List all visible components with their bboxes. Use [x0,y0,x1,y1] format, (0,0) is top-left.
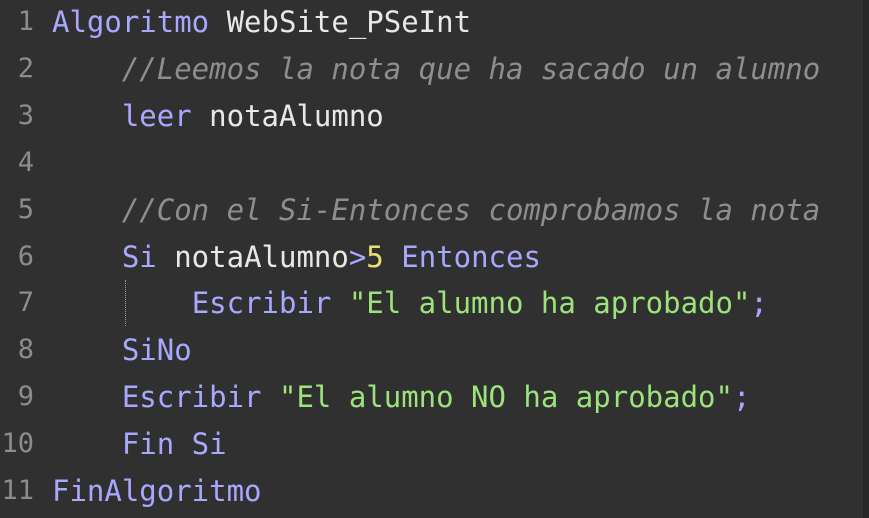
code-line[interactable]: //Con el Si-Entonces comprobamos la nota [52,190,820,230]
line-number: 8 [17,334,34,365]
code-line[interactable]: //Leemos la nota que ha sacado un alumno [52,49,820,89]
code-token: leer [121,99,192,133]
line-number: 11 [1,475,34,506]
line-number: 1 [17,6,34,37]
code-token: notaAlumno [191,99,384,133]
code-token: ; [750,286,768,320]
code-token: Algoritmo [52,5,210,39]
code-token: FinAlgoritmo [52,474,262,508]
code-line[interactable]: Si notaAlumno>5 Entonces [52,237,541,277]
code-line[interactable]: leer notaAlumno [52,96,384,136]
code-token: Si [121,240,157,274]
line-number: 6 [17,241,34,272]
code-token: > [348,240,367,274]
line-number: 3 [17,100,34,131]
line-number: 2 [17,53,34,84]
code-line[interactable]: Algoritmo WebSite_PSeInt [52,2,471,42]
line-number-gutter: 1 2 3 4 5 6 7 8 9 10 11 [0,0,44,518]
code-token: 5 [366,240,384,274]
line-number: 4 [17,147,34,178]
code-token: Escribir [121,380,262,414]
code-token: //Leemos la nota que ha sacado un alumno [121,52,821,86]
code-token: notaAlumno [156,240,349,274]
code-token: Fin Si [121,427,227,461]
code-token: //Con el Si-Entonces comprobamos la nota [121,193,821,227]
line-number: 9 [17,381,34,412]
vertical-scrollbar[interactable] [863,0,869,518]
code-token: "El alumno NO ha aprobado" [279,380,733,414]
indent-guide [125,280,126,326]
code-token: WebSite_PSeInt [209,5,472,39]
line-number: 7 [17,287,34,318]
line-number: 10 [1,428,34,459]
code-token: Entonces [401,240,541,274]
code-token: "El alumno ha aprobado" [348,286,751,320]
line-number: 5 [17,194,34,225]
code-token: SiNo [121,333,192,367]
code-line[interactable]: Fin Si [52,424,227,464]
code-line[interactable]: Escribir "El alumno ha aprobado"; [52,283,768,323]
code-line[interactable]: Escribir "El alumno NO ha aprobado"; [52,377,751,417]
code-line[interactable]: FinAlgoritmo [52,471,262,511]
code-token: ; [732,380,751,414]
code-token: Escribir [191,286,332,320]
code-editor[interactable]: 1 2 3 4 5 6 7 8 9 10 11 Algoritmo WebSite_PSeInt /… [0,0,869,518]
code-line[interactable]: SiNo [52,330,192,370]
